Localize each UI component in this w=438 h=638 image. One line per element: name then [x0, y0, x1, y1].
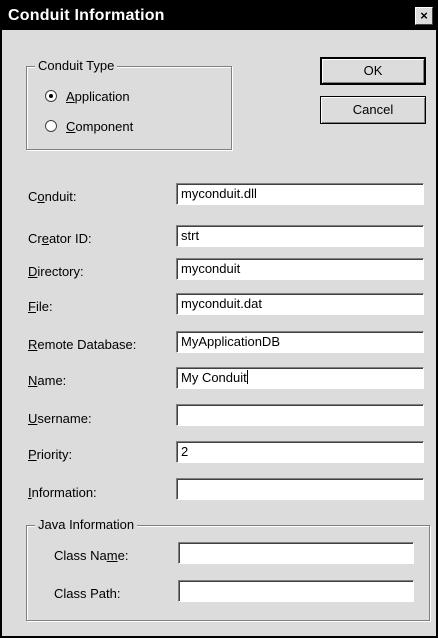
class-path-label: Class Path: — [54, 586, 121, 601]
radio-selected-dot — [49, 94, 53, 98]
conduit-label: Conduit: — [28, 189, 77, 204]
creator-id-label: Creator ID: — [28, 231, 92, 246]
conduit-information-dialog: Conduit Information × Conduit Type Appli… — [0, 0, 438, 638]
java-information-label: Java Information — [35, 517, 138, 532]
remote-database-label: Remote Database: — [28, 337, 137, 352]
name-field[interactable]: My Conduit — [176, 367, 424, 389]
radio-application-button[interactable] — [45, 90, 57, 102]
java-information-group: Java Information — [26, 517, 430, 621]
username-label: Username: — [28, 411, 92, 426]
close-icon[interactable]: × — [415, 7, 433, 25]
priority-field[interactable]: 2 — [176, 441, 424, 463]
radio-component[interactable]: Component — [45, 117, 133, 135]
text-caret — [246, 370, 248, 384]
class-name-label: Class Name: — [54, 548, 129, 563]
file-label: File: — [28, 299, 53, 314]
conduit-type-group: Conduit Type Application Component — [26, 58, 232, 150]
radio-application[interactable]: Application — [45, 87, 130, 105]
username-field[interactable] — [176, 404, 424, 426]
window-title: Conduit Information — [8, 7, 165, 24]
information-field[interactable] — [176, 478, 424, 500]
class-name-field[interactable] — [178, 542, 414, 564]
name-label: Name: — [28, 373, 67, 388]
directory-label: Directory: — [28, 264, 84, 279]
file-field[interactable]: myconduit.dat — [176, 293, 424, 315]
conduit-type-label: Conduit Type — [35, 58, 118, 73]
radio-component-button[interactable] — [45, 120, 57, 132]
ok-button[interactable]: OK — [320, 57, 426, 85]
priority-label: Priority: — [28, 447, 73, 462]
cancel-button[interactable]: Cancel — [320, 96, 426, 124]
title-bar[interactable]: Conduit Information × — [2, 2, 436, 30]
creator-id-field[interactable]: strt — [176, 225, 424, 247]
directory-field[interactable]: myconduit — [176, 258, 424, 280]
radio-application-label: Application — [66, 88, 130, 104]
information-label: Information: — [28, 485, 97, 500]
conduit-field[interactable]: myconduit.dll — [176, 183, 424, 205]
class-path-field[interactable] — [178, 580, 414, 602]
radio-component-label: Component — [66, 118, 134, 134]
remote-database-field[interactable]: MyApplicationDB — [176, 331, 424, 353]
